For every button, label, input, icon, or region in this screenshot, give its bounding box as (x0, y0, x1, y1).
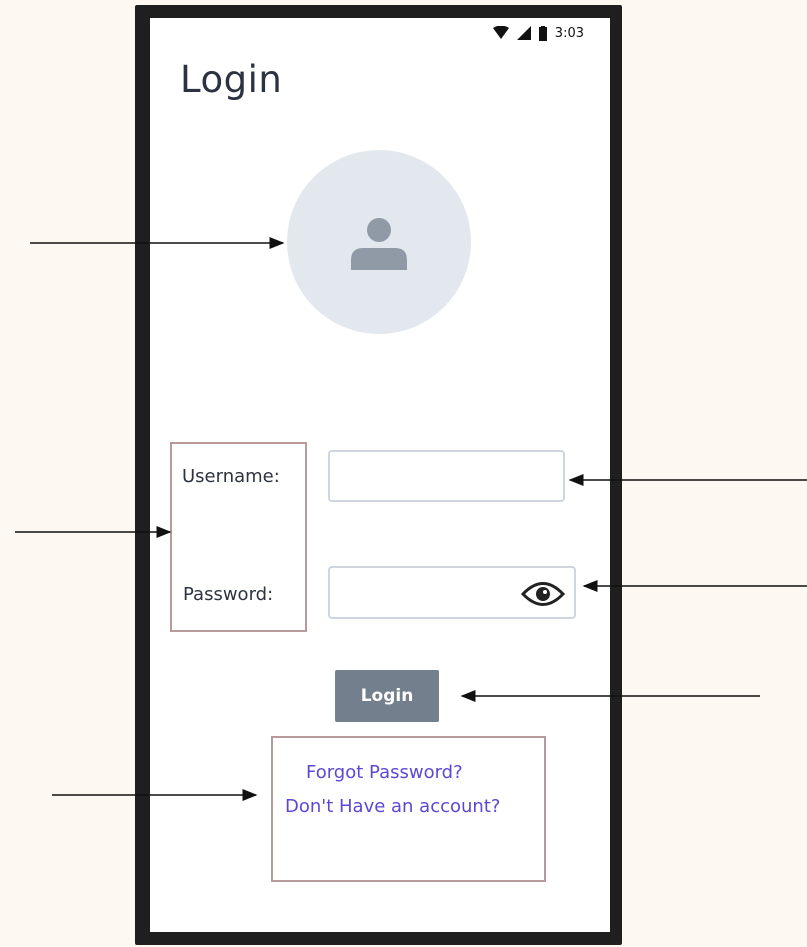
annotation-arrows (15, 237, 807, 801)
